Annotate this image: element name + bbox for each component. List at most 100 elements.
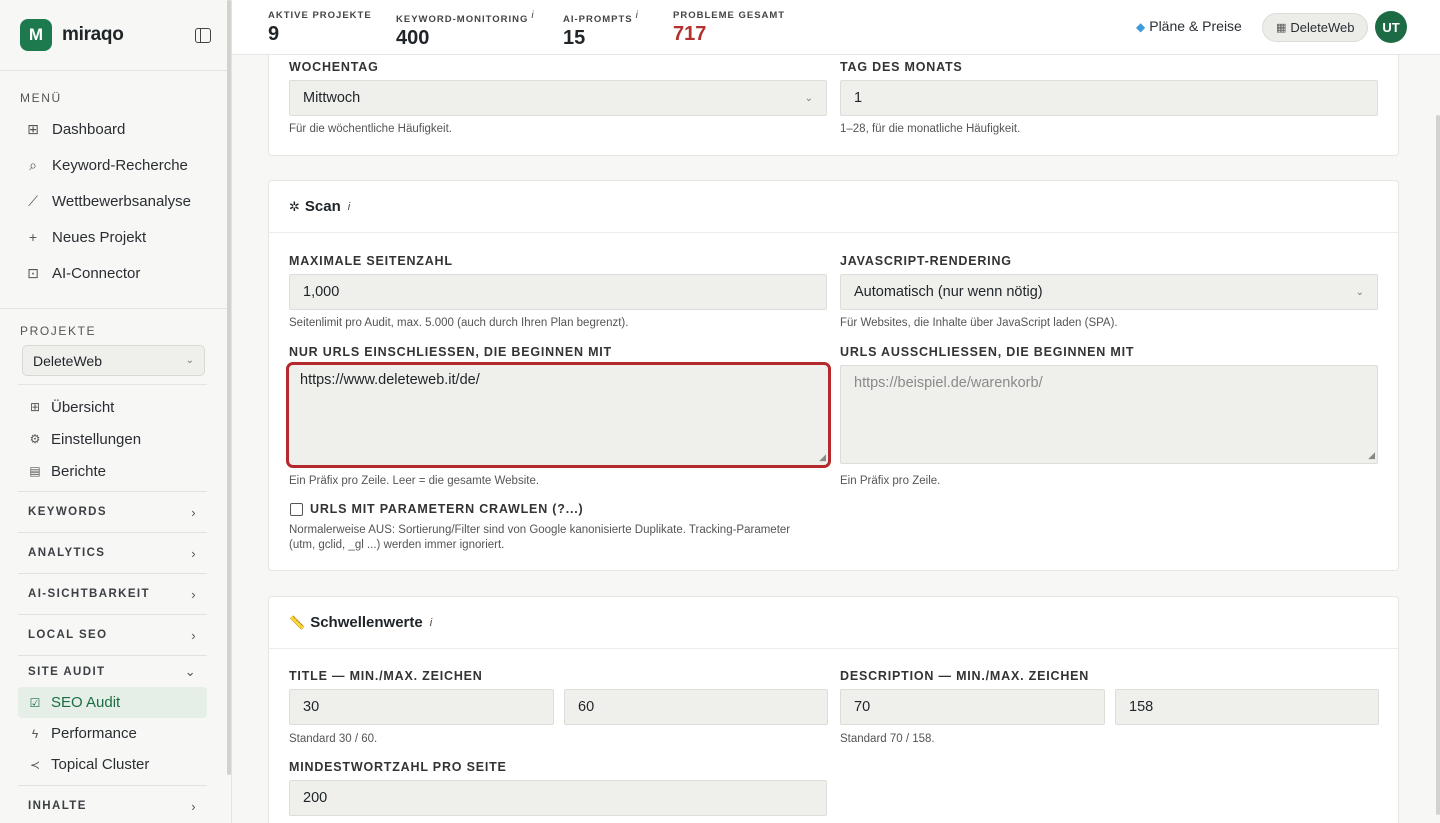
topbar: AKTIVE PROJEKTE 9 KEYWORD-MONITORING i 40… — [232, 0, 1440, 55]
nav-uebersicht[interactable]: ⊞ Übersicht — [0, 391, 231, 423]
title-max-input[interactable]: 60 — [564, 689, 828, 725]
stat-ai-prompts: AI-PROMPTS i 15 — [563, 10, 639, 50]
description-max-input[interactable]: 158 — [1115, 689, 1379, 725]
params-checkbox[interactable] — [290, 503, 303, 516]
min-words-label: MINDESTWORTZAHL PRO SEITE — [289, 760, 507, 774]
max-pages-input[interactable]: 1,000 — [289, 274, 827, 310]
title-min-input[interactable]: 30 — [289, 689, 554, 725]
monthday-input[interactable]: 1 — [840, 80, 1378, 116]
group-ai-sichtbarkeit[interactable]: AI-SICHTBARKEIT › — [18, 573, 207, 614]
chevron-down-icon: ⌄ — [184, 663, 197, 679]
monthday-hint: 1–28, für die monatliche Häufigkeit. — [840, 123, 1021, 135]
spider-icon: ✲ — [289, 198, 300, 214]
sidebar-scrollbar[interactable] — [227, 0, 231, 775]
group-label: KEYWORDS — [28, 506, 107, 518]
avatar[interactable]: UT — [1375, 11, 1407, 43]
group-local-seo[interactable]: LOCAL SEO › — [18, 614, 207, 655]
group-site-audit[interactable]: SITE AUDIT ⌄ — [18, 655, 207, 687]
group-label: ANALYTICS — [28, 547, 106, 559]
main-scrollbar[interactable] — [1436, 115, 1440, 815]
plans-link[interactable]: ◆ Pläne & Preise — [1136, 18, 1242, 34]
grid-icon: ⊞ — [27, 120, 39, 137]
sidebar: M miraqo MENÜ ⊞ Dashboard ⌕ Keyword-Recher… — [0, 0, 232, 823]
chevron-down-icon: ⌄ — [185, 355, 194, 366]
min-words-input[interactable]: 200 — [289, 780, 827, 816]
nav-wettbewerbsanalyse[interactable]: ⟋ Wettbewerbsanalyse — [0, 183, 231, 219]
grid-icon: ⊞ — [29, 400, 41, 414]
weekday-value: Mittwoch — [303, 90, 361, 106]
exclude-urls-textarea[interactable]: https://beispiel.de/warenkorb/ ◢ — [840, 365, 1378, 464]
ruler-icon: 📏 — [289, 614, 306, 630]
nav-label: Neues Projekt — [52, 228, 147, 246]
thresholds-title: Schwellenwerte — [310, 614, 423, 631]
nav-label: SEO Audit — [51, 694, 121, 711]
params-hint-line-2: (utm, gclid, _gl ...) werden immer ignor… — [289, 539, 505, 551]
max-pages-hint: Seitenlimit pro Audit, max. 5.000 (auch … — [289, 317, 629, 329]
monthday-value: 1 — [854, 90, 863, 106]
schedule-card: WOCHENTAG Mittwoch ⌄ Für die wöchentlich… — [268, 55, 1399, 156]
group-label: INHALTE — [28, 800, 87, 812]
plus-icon: + — [28, 229, 38, 245]
sidebar-toggle-icon[interactable] — [195, 27, 211, 43]
nav-keyword-recherche[interactable]: ⌕ Keyword-Recherche — [0, 147, 231, 183]
include-urls-hint: Ein Präfix pro Zeile. Leer = die gesamte… — [289, 475, 540, 487]
js-rendering-hint: Für Websites, die Inhalte über JavaScrip… — [840, 317, 1118, 329]
group-label: LOCAL SEO — [28, 629, 108, 641]
main-content: WOCHENTAG Mittwoch ⌄ Für die wöchentlich… — [232, 55, 1440, 823]
include-urls-value: https://www.deleteweb.it/de/ — [300, 372, 480, 388]
chart-line-icon: ⟋ — [28, 192, 38, 209]
title-min-value: 30 — [303, 699, 320, 715]
info-icon[interactable]: i — [636, 10, 639, 21]
group-keywords[interactable]: KEYWORDS › — [18, 491, 207, 532]
nav-label: Performance — [51, 725, 137, 742]
nav-label: Topical Cluster — [51, 756, 150, 773]
description-min-input[interactable]: 70 — [840, 689, 1105, 725]
exclude-urls-hint: Ein Präfix pro Zeile. — [840, 475, 941, 487]
workspace-label: DeleteWeb — [1290, 20, 1355, 35]
nav-dashboard[interactable]: ⊞ Dashboard — [0, 111, 231, 147]
diamond-icon: ◆ — [1136, 20, 1146, 34]
params-label[interactable]: URLS MIT PARAMETERN CRAWLEN (?...) — [310, 502, 583, 516]
nav-label: Einstellungen — [51, 430, 142, 448]
scan-card: ✲ Scan i MAXIMALE SEITENZAHL 1,000 Seite… — [268, 180, 1399, 571]
nav-topical-cluster[interactable]: ≺ Topical Cluster — [18, 749, 207, 780]
nav-einstellungen[interactable]: ⚙ Einstellungen — [0, 423, 231, 455]
resize-handle-icon[interactable]: ◢ — [1368, 450, 1375, 461]
nav-ai-connector[interactable]: ⊡ AI-Connector — [0, 255, 231, 291]
info-icon[interactable]: i — [430, 617, 432, 629]
stat-label: KEYWORD-MONITORING i — [396, 10, 535, 26]
nav-label: Übersicht — [51, 398, 115, 416]
resize-handle-icon[interactable]: ◢ — [819, 452, 826, 463]
nav-seo-audit[interactable]: ☑ SEO Audit — [18, 687, 207, 718]
js-rendering-value: Automatisch (nur wenn nötig) — [854, 284, 1043, 300]
logo-icon[interactable]: M — [20, 19, 52, 51]
nav-label: AI-Connector — [52, 264, 141, 282]
group-label: SITE AUDIT — [28, 665, 106, 678]
chevron-right-icon: › — [191, 798, 197, 814]
info-icon[interactable]: i — [531, 10, 534, 21]
weekday-hint: Für die wöchentliche Häufigkeit. — [289, 123, 452, 135]
include-urls-textarea[interactable]: https://www.deleteweb.it/de/ ◢ — [286, 362, 831, 468]
scan-card-header: ✲ Scan i — [269, 181, 1398, 233]
info-icon[interactable]: i — [348, 201, 350, 213]
weekday-select[interactable]: Mittwoch ⌄ — [289, 80, 827, 116]
weekday-label: WOCHENTAG — [289, 60, 379, 74]
chevron-right-icon: › — [191, 627, 197, 643]
nav-neues-projekt[interactable]: + Neues Projekt — [0, 219, 231, 255]
plans-label: Pläne & Preise — [1149, 18, 1242, 34]
js-rendering-select[interactable]: Automatisch (nur wenn nötig) ⌄ — [840, 274, 1378, 310]
group-analytics[interactable]: ANALYTICS › — [18, 532, 207, 573]
exclude-urls-placeholder: https://beispiel.de/warenkorb/ — [854, 375, 1043, 391]
brand-header: M miraqo — [0, 0, 231, 71]
nav-performance[interactable]: ϟ Performance — [18, 718, 207, 749]
chevron-right-icon: › — [191, 586, 197, 602]
nav-label: Berichte — [51, 462, 107, 480]
group-inhalte[interactable]: INHALTE › — [18, 785, 207, 823]
max-pages-value: 1,000 — [303, 284, 340, 300]
workspace-button[interactable]: ▦ DeleteWeb — [1262, 13, 1369, 42]
nav-berichte[interactable]: ▤ Berichte — [0, 455, 231, 487]
chevron-down-icon: ⌄ — [1355, 286, 1364, 298]
project-select[interactable]: DeleteWeb ⌄ — [22, 345, 205, 376]
robot-icon: ⊡ — [27, 264, 39, 281]
menu-section-label: MENÜ — [20, 91, 62, 105]
